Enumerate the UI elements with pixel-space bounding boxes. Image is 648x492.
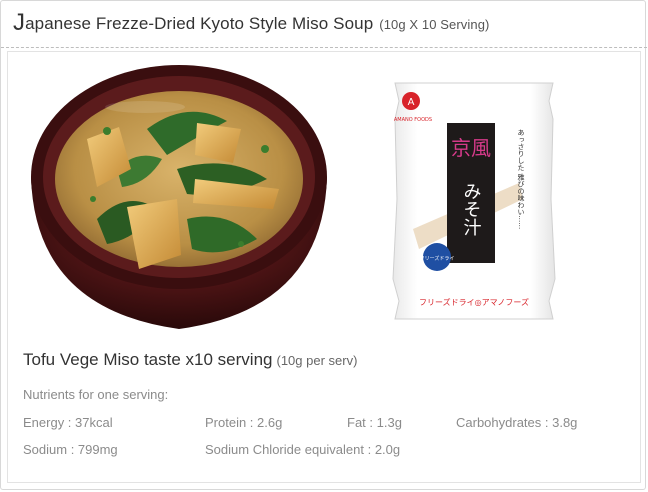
title-text: apanese Frezze-Dried Kyoto Style Miso So…	[25, 14, 374, 33]
title-bar: Japanese Frezze-Dried Kyoto Style Miso S…	[1, 1, 647, 48]
nutrient-sodium-chloride: Sodium Chloride equivalent : 2.0g	[205, 442, 401, 457]
nutrient-energy: Energy : 37kcal	[23, 415, 113, 430]
brand-text: AMANO FOODS	[394, 117, 432, 123]
miso-soup-photo	[27, 59, 331, 333]
nutrient-protein: Protein : 2.6g	[205, 415, 283, 430]
page-title: Japanese Frezze-Dried Kyoto Style Miso S…	[13, 11, 490, 35]
title-initial: J	[13, 9, 26, 36]
package-name-bottom: みそ汁	[461, 182, 482, 236]
freeze-dry-badge: フリーズドライ	[420, 255, 455, 262]
nutrient-carbohydrates: Carbohydrates : 3.8g	[456, 415, 578, 430]
product-serving-size: (10g per serv)	[276, 353, 358, 368]
nutrients-heading: Nutrients for one serving:	[23, 387, 169, 402]
nutrient-sodium: Sodium : 799mg	[23, 442, 118, 457]
svg-text:A: A	[408, 97, 415, 108]
package-footer: フリーズドライ◎アマノフーズ	[419, 297, 529, 307]
product-package-photo: A AMANO FOODS 京風 みそ汁 あっさりした 雅びの味わい…… フリー…	[389, 79, 559, 323]
package-tagline: あっさりした 雅びの味わい……	[517, 129, 525, 229]
product-name: Tofu Vege Miso taste x10 serving (10g per…	[23, 350, 357, 370]
nutrient-fat: Fat : 1.3g	[347, 415, 402, 430]
package-name-top: 京風	[451, 136, 491, 160]
title-subtitle: (10g X 10 Serving)	[379, 17, 490, 32]
product-name-text: Tofu Vege Miso taste x10 serving	[23, 350, 273, 369]
product-panel: Japanese Frezze-Dried Kyoto Style Miso S…	[0, 0, 647, 490]
